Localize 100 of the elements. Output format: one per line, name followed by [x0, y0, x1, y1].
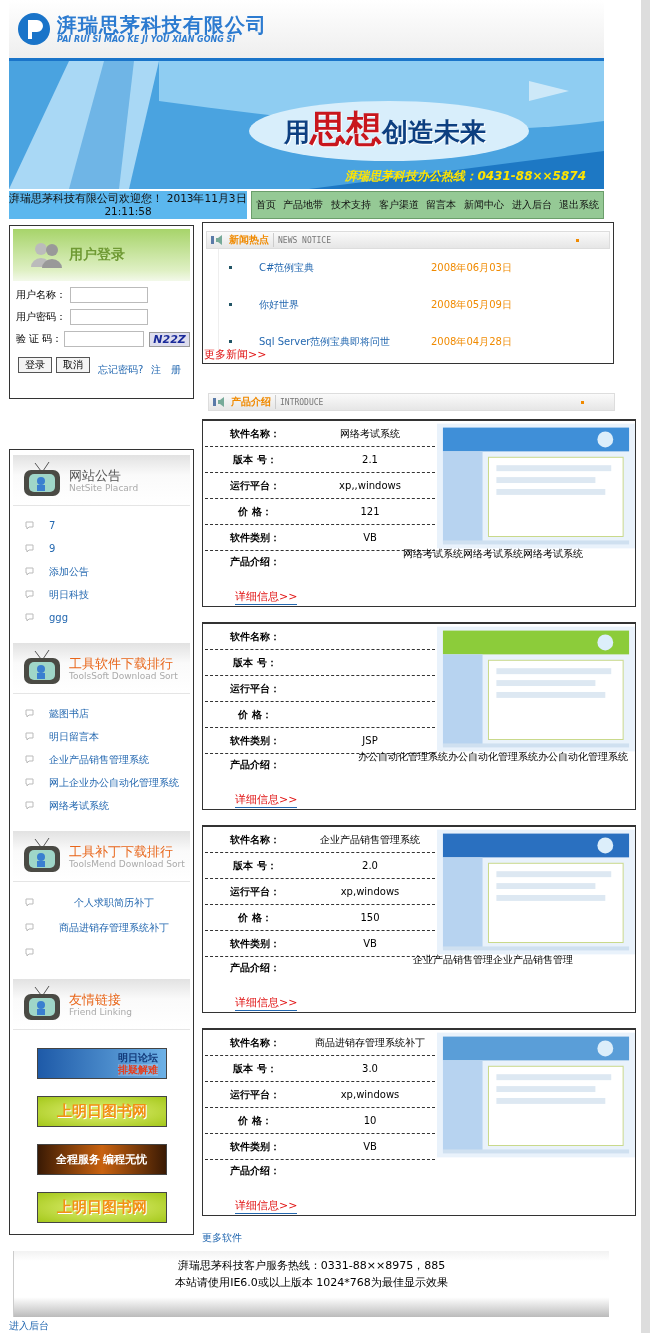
field-value: 150: [359, 912, 381, 923]
nav-link[interactable]: 客户渠道: [378, 198, 419, 212]
field-label: 软件名称：: [229, 832, 281, 847]
details-link[interactable]: 详细信息>>: [235, 1198, 298, 1214]
field-label: 价 格：: [237, 910, 273, 925]
section-subtitle: ToolsSoft Download Sort: [69, 670, 178, 681]
list-link[interactable]: 企业产品销售管理系统: [49, 752, 149, 767]
speech-bubble-icon: [25, 755, 34, 764]
list-link[interactable]: 9: [49, 543, 56, 554]
details-link[interactable]: 详细信息>>: [235, 995, 298, 1011]
users-icon: [29, 241, 63, 269]
bullet-icon: [229, 303, 232, 306]
field-value: VB: [362, 532, 378, 543]
field-label: 价 格：: [237, 504, 273, 519]
news-link[interactable]: C#范例宝典: [259, 260, 431, 275]
bullet-icon: [229, 266, 232, 269]
field-label: 版本 号：: [232, 1061, 278, 1076]
speech-bubble-icon: [25, 732, 34, 741]
speech-bubble-icon: [25, 521, 34, 530]
field-label: 用户名称：: [16, 288, 67, 302]
list-link[interactable]: 7: [49, 520, 56, 531]
field-label: 验 证 码：: [16, 332, 63, 346]
company-pinyin: PAI RUI SI MAO KE JI YOU XIAN GONG SI: [57, 34, 236, 44]
details-link[interactable]: 详细信息>>: [235, 792, 298, 808]
list-link[interactable]: 个人求职简历补丁: [37, 895, 190, 910]
link-banner[interactable]: 明日论坛 排疑解难: [36, 1048, 167, 1079]
speech-bubble-icon: [25, 948, 34, 957]
field-value: 网络考试系统: [339, 426, 401, 441]
field-label: 产品介绍：: [229, 1164, 281, 1178]
list-link[interactable]: 明日科技: [49, 587, 89, 602]
speech-bubble-icon: [25, 567, 34, 576]
field-label: 用户密码：: [16, 310, 67, 324]
field-label: 价 格：: [237, 1113, 273, 1128]
field-label: 软件类别：: [229, 1139, 281, 1154]
section-title: 网站公告: [69, 467, 122, 483]
nav-link[interactable]: 技术支持: [331, 198, 372, 212]
field-value: VB: [362, 1141, 378, 1152]
panel-title: 新闻热点: [229, 233, 274, 247]
text-link[interactable]: 忘记密码?: [98, 363, 144, 377]
logo-icon: [17, 12, 51, 46]
speech-bubble-icon: [25, 544, 34, 553]
more-link[interactable]: 更多软件: [202, 1231, 242, 1245]
field-value: 企业产品销售管理系统: [319, 832, 421, 847]
list-link[interactable]: 懿图书店: [49, 706, 89, 721]
field-value: JSP: [360, 735, 379, 746]
text-link[interactable]: 注 册: [151, 363, 182, 377]
speech-bubble-icon: [25, 923, 34, 932]
admin-link[interactable]: 进入后台: [9, 1319, 49, 1333]
list-link[interactable]: 添加公告: [49, 564, 89, 579]
news-link[interactable]: Sql Server范例宝典即将问世: [259, 334, 431, 349]
nav-link[interactable]: 退出系统: [559, 198, 600, 212]
field-label: 版本 号：: [232, 655, 278, 670]
news-link[interactable]: 你好世界: [259, 297, 431, 312]
panel-title: 产品介绍: [231, 395, 276, 409]
speech-bubble-icon: [25, 590, 34, 599]
speech-bubble-icon: [25, 613, 34, 622]
more-link[interactable]: 更多新闻>>: [204, 347, 267, 362]
login-button[interactable]: 登录: [18, 357, 52, 373]
field-label: 产品介绍：: [229, 555, 281, 569]
nav-link[interactable]: 留言本: [426, 198, 457, 212]
panel-subtitle: INTRODUCE: [280, 397, 325, 407]
list-link[interactable]: 商品进销存管理系统补丁: [37, 920, 190, 935]
field-label: 软件名称：: [229, 629, 281, 644]
welcome-bar: 湃瑞思茅科技有限公司欢迎您！ 2013年11月3日 21:11:58: [9, 191, 247, 219]
field-label: 软件名称：: [229, 426, 281, 441]
section-title: 工具补丁下载排行: [69, 843, 174, 859]
speaker-icon: [211, 235, 225, 245]
field-label: 运行平台：: [229, 884, 281, 899]
field-label: 运行平台：: [229, 478, 281, 493]
speaker-icon: [213, 397, 227, 407]
nav-link[interactable]: 进入后台: [511, 198, 552, 212]
captcha-image: N22Z: [149, 331, 190, 347]
list-link[interactable]: 网上企业办公自动化管理系统: [49, 775, 179, 790]
list-link[interactable]: 网络考试系统: [49, 798, 109, 813]
input-field[interactable]: [70, 309, 148, 325]
nav-link[interactable]: 新闻中心: [463, 198, 504, 212]
field-value: VB: [362, 938, 378, 949]
field-label: 价 格：: [237, 707, 273, 722]
link-banner[interactable]: 全程服务 编程无忧: [36, 1144, 167, 1175]
field-label: 版本 号：: [232, 452, 278, 467]
section-title: 工具软件下载排行: [69, 655, 174, 671]
field-value: 121: [359, 506, 381, 517]
product-description: 网络考试系统网络考试系统网络考试系统: [401, 547, 584, 561]
field-label: 版本 号：: [232, 858, 278, 873]
field-label: 软件类别：: [229, 733, 281, 748]
list-link[interactable]: ggg: [49, 612, 69, 623]
footer-text: 湃瑞思茅科技客户服务热线：0331-88××8975，885: [176, 1258, 447, 1274]
field-label: 软件类别：: [229, 936, 281, 951]
field-value: 2.0: [361, 860, 379, 871]
details-link[interactable]: 详细信息>>: [235, 589, 298, 605]
input-field[interactable]: [70, 287, 148, 303]
login-button[interactable]: 取消: [56, 357, 90, 373]
company-name: 湃瑞思茅科技有限公司: [57, 14, 267, 35]
product-description: 办公自动化管理系统办公自动化管理系统办公自动化管理系统: [356, 750, 629, 764]
captcha-field[interactable]: [64, 331, 145, 347]
panel-subtitle: NEWS NOTICE: [278, 235, 332, 245]
login-title: 用户登录: [69, 246, 125, 264]
list-link[interactable]: 明日留言本: [49, 729, 99, 744]
nav-link[interactable]: 首页: [255, 198, 276, 212]
nav-link[interactable]: 产品地带: [283, 198, 324, 212]
